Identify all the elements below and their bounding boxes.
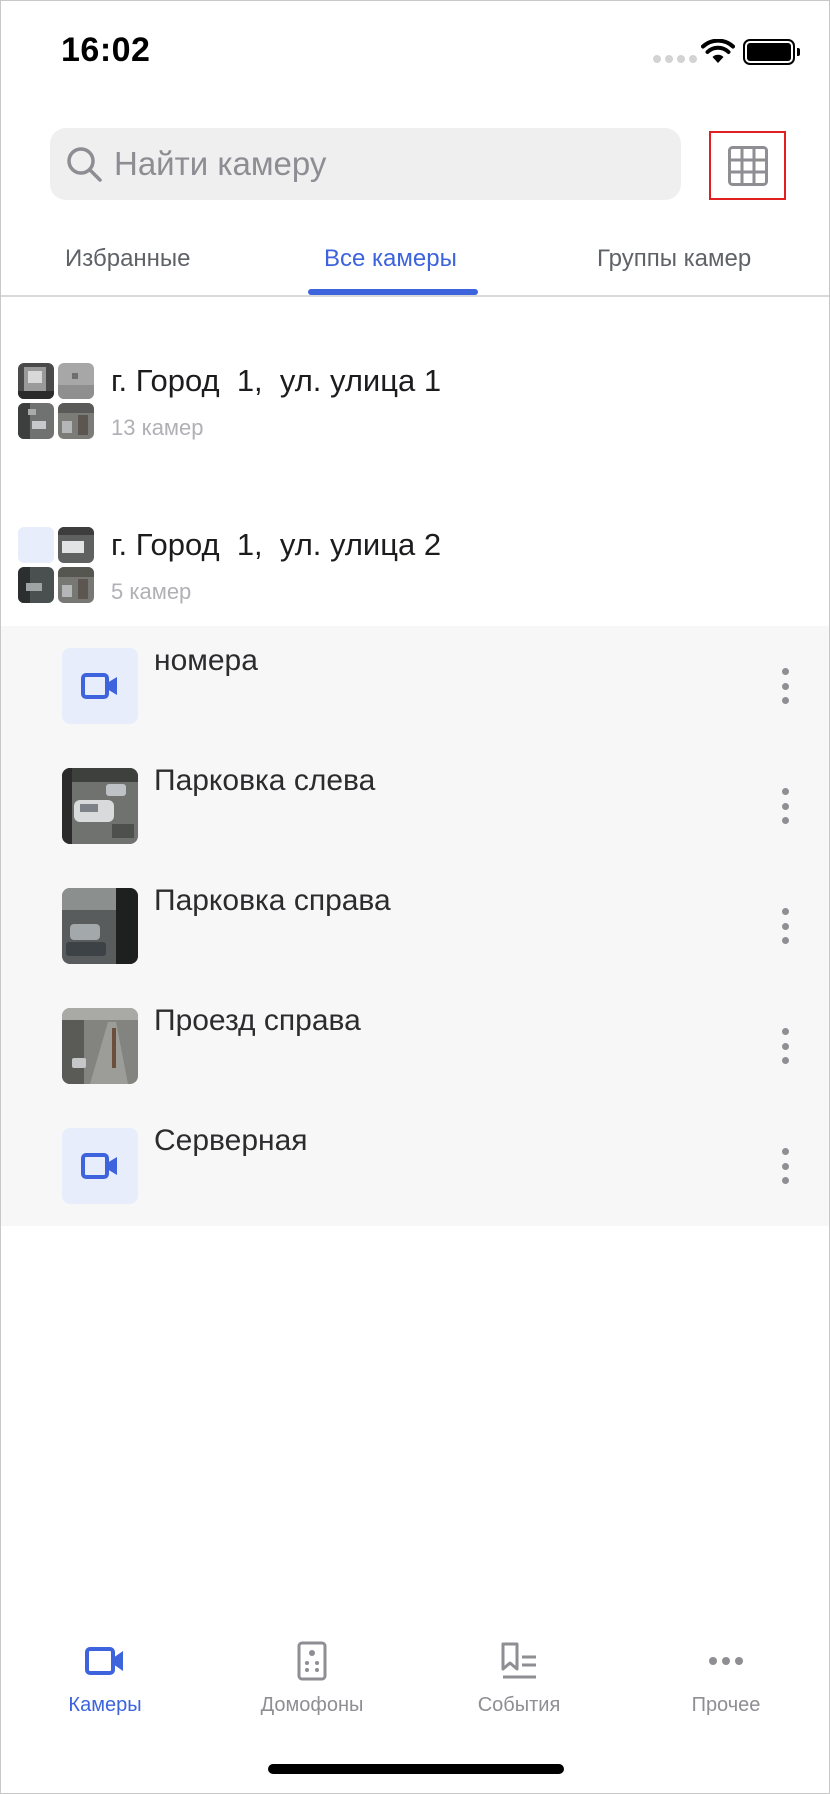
- camera-snapshot: [62, 888, 138, 964]
- camera-group[interactable]: г. Город 1, ул. улица 1 13 камер: [1, 363, 829, 483]
- nav-label: Домофоны: [260, 1694, 364, 1716]
- nav-label: События: [477, 1694, 561, 1716]
- tab-favorites[interactable]: Избранные: [65, 245, 191, 273]
- camera-name: Серверная: [154, 1124, 308, 1157]
- camera-list-item[interactable]: Проезд справа: [1, 986, 829, 1106]
- search-input[interactable]: [114, 145, 654, 183]
- video-camera-icon: [85, 1647, 123, 1675]
- camera-thumbnail: [18, 363, 54, 399]
- nav-cameras[interactable]: Камеры: [25, 1636, 185, 1717]
- status-time: 16:02: [61, 31, 151, 69]
- video-camera-icon: [81, 1153, 117, 1179]
- search-icon: [67, 147, 102, 182]
- camera-snapshot: [62, 768, 138, 844]
- more-dots-icon: [709, 1657, 743, 1665]
- tab-all-cameras[interactable]: Все камеры: [324, 245, 457, 273]
- events-icon: [501, 1642, 536, 1679]
- more-options-icon[interactable]: [775, 1028, 795, 1064]
- camera-thumbnail: [18, 403, 54, 439]
- camera-name: Парковка слева: [154, 764, 376, 797]
- status-bar: 16:02: [1, 1, 829, 101]
- grid-view-button[interactable]: [709, 131, 786, 200]
- camera-thumbnail: [58, 363, 94, 399]
- nav-label: Камеры: [68, 1694, 142, 1716]
- camera-list-item[interactable]: Парковка слева: [1, 746, 829, 866]
- bottom-navigation: Камеры Домофоны События Прочее: [1, 1636, 829, 1746]
- more-options-icon[interactable]: [775, 908, 795, 944]
- video-camera-icon: [81, 673, 117, 699]
- app-screen: 16:02 Избранные Все камеры Группы камер: [0, 0, 830, 1794]
- camera-thumbnail: [58, 403, 94, 439]
- camera-thumbnail: [18, 567, 54, 603]
- camera-list-item[interactable]: Серверная: [1, 1106, 829, 1226]
- camera-snapshot: [62, 1008, 138, 1084]
- more-options-icon[interactable]: [775, 788, 795, 824]
- intercom-icon: [297, 1641, 327, 1681]
- tab-bar: Избранные Все камеры Группы камер: [1, 237, 829, 297]
- camera-list-item[interactable]: номера: [1, 626, 829, 746]
- wifi-icon: [701, 39, 735, 63]
- active-tab-indicator: [308, 289, 478, 295]
- group-thumbnail-collage: [18, 363, 96, 441]
- nav-more[interactable]: Прочее: [646, 1636, 806, 1717]
- cellular-signal-icon: [653, 55, 697, 63]
- group-camera-count: 13 камер: [111, 415, 204, 440]
- camera-name: Проезд справа: [154, 1004, 361, 1037]
- nav-intercoms[interactable]: Домофоны: [232, 1636, 392, 1717]
- camera-thumbnail: [58, 527, 94, 563]
- group-title: г. Город 1, ул. улица 1: [111, 363, 442, 398]
- camera-thumbnail-placeholder: [18, 527, 54, 563]
- camera-name: Парковка справа: [154, 884, 391, 917]
- battery-icon: [743, 39, 800, 65]
- group-thumbnail-collage: [18, 527, 96, 605]
- camera-name: номера: [154, 644, 258, 677]
- more-options-icon[interactable]: [775, 668, 795, 704]
- tab-camera-groups[interactable]: Группы камер: [597, 245, 751, 273]
- camera-thumbnail: [58, 567, 94, 603]
- more-options-icon[interactable]: [775, 1148, 795, 1184]
- search-bar[interactable]: [50, 128, 681, 200]
- camera-thumbnail-placeholder: [62, 1128, 138, 1204]
- group-camera-count: 5 камер: [111, 579, 192, 604]
- camera-list-item[interactable]: Парковка справа: [1, 866, 829, 986]
- group-title: г. Город 1, ул. улица 2: [111, 527, 442, 562]
- nav-events[interactable]: События: [439, 1636, 599, 1717]
- camera-thumbnail-placeholder: [62, 648, 138, 724]
- grid-icon: [727, 145, 768, 186]
- camera-list: номера Парковка слева Парковка справа Пр…: [1, 626, 829, 1226]
- nav-label: Прочее: [691, 1694, 761, 1716]
- home-indicator: [268, 1764, 564, 1774]
